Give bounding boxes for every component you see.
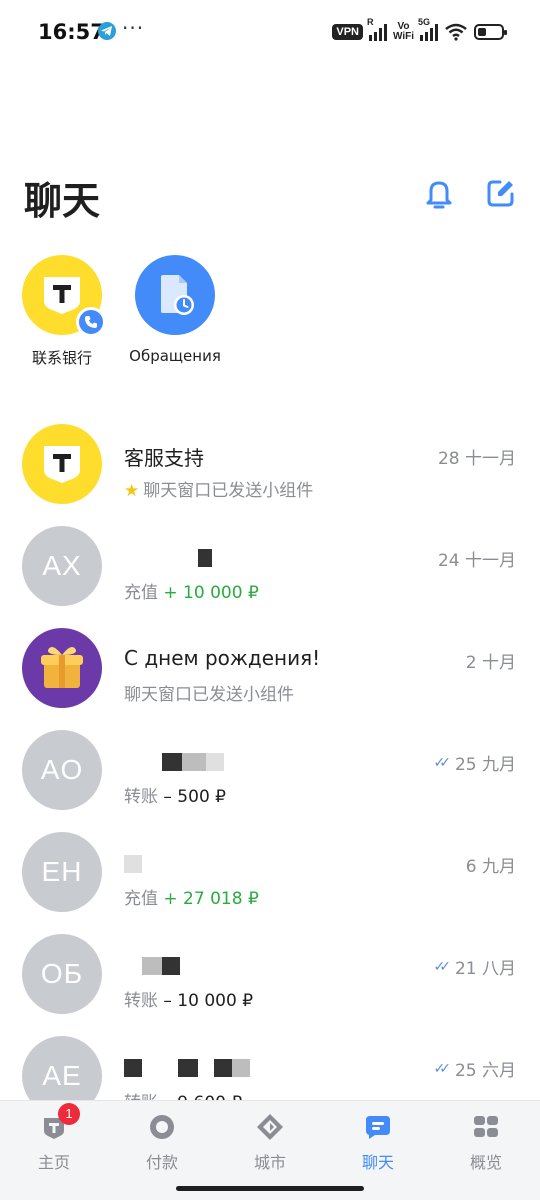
quick-action-label: 联系银行 — [31, 349, 92, 367]
avatar: AX — [22, 526, 102, 606]
chat-item-birthday[interactable]: С днем рождения! 聊天窗口已发送小组件 2 十月 — [0, 628, 540, 728]
redacted-block — [124, 1058, 142, 1077]
amount: + 10 000 ₽ — [163, 583, 259, 603]
vowifi-icon: Vo WiFi — [392, 21, 414, 42]
telegram-icon — [98, 22, 116, 40]
redacted-block — [206, 752, 224, 771]
phone-icon — [76, 307, 106, 337]
signal-5g-icon: 5G — [418, 17, 438, 41]
chat-name-redacted — [124, 952, 180, 976]
read-check-icon: ✓✓ — [433, 754, 451, 771]
avatar: AO — [22, 730, 102, 810]
nav-label: 主页 — [37, 1153, 70, 1172]
chat-preview: ★ 聊天窗口已发送小组件 — [124, 481, 314, 501]
chat-name: 客服支持 — [124, 446, 204, 470]
amount: – 500 ₽ — [163, 787, 226, 807]
chat-date: ✓✓ 21 八月 — [433, 958, 516, 980]
gift-icon — [41, 646, 83, 688]
battery-level — [478, 28, 486, 36]
amount: – 10 000 ₽ — [163, 991, 254, 1011]
chat-preview: 转账 – 500 ₽ — [124, 787, 226, 807]
redacted-block — [178, 1058, 198, 1077]
5g-label: 5G — [418, 17, 431, 27]
chat-name-redacted — [124, 1054, 250, 1078]
chat-name-redacted — [124, 850, 142, 874]
bell-icon — [426, 181, 452, 209]
nav-home[interactable]: 1 主页 — [4, 1103, 104, 1173]
status-time: 16:57 — [38, 20, 105, 44]
nav-payments[interactable]: 付款 — [112, 1113, 212, 1173]
read-check-icon: ✓✓ — [433, 1060, 451, 1077]
appeals-action[interactable]: Обращения — [115, 255, 235, 365]
nav-overview[interactable]: 概览 — [436, 1113, 536, 1173]
chat-bubble-icon — [364, 1113, 392, 1141]
nav-chat[interactable]: 聊天 — [328, 1113, 428, 1173]
redacted-block — [232, 1058, 250, 1077]
nav-label: 付款 — [145, 1153, 178, 1172]
bottom-navigation: 1 主页 付款 城市 聊天 概览 — [0, 1100, 540, 1200]
wifi-icon — [445, 23, 467, 41]
chat-preview: 转账 – 10 000 ₽ — [124, 991, 254, 1011]
chat-item-eh[interactable]: EH 充值 + 27 018 ₽ 6 九月 — [0, 832, 540, 932]
chat-item-ob[interactable]: ОБ 转账 – 10 000 ₽ ✓✓ 21 八月 — [0, 934, 540, 1034]
chat-name: С днем рождения! — [124, 646, 321, 670]
nav-city[interactable]: 城市 — [220, 1113, 320, 1173]
page-title: 聊天 — [24, 179, 101, 223]
document-clock-icon — [135, 255, 215, 335]
home-indicator[interactable] — [176, 1186, 364, 1191]
notifications-button[interactable] — [422, 176, 456, 210]
chat-name-redacted — [124, 748, 224, 772]
star-icon: ★ — [124, 481, 140, 501]
chat-name-redacted — [124, 544, 212, 568]
payments-circle-icon — [148, 1113, 176, 1141]
chat-item-ax[interactable]: AX 充值 + 10 000 ₽ 24 十一月 — [0, 526, 540, 626]
redacted-block — [124, 854, 142, 873]
redacted-block — [162, 752, 182, 771]
nav-label: 概览 — [469, 1153, 502, 1172]
chat-date: 28 十一月 — [437, 449, 516, 469]
gift-avatar — [22, 628, 102, 708]
bank-logo-avatar — [22, 424, 102, 504]
city-diamond-icon — [256, 1113, 284, 1141]
bank-home-icon: 1 — [40, 1103, 80, 1141]
status-more-dots: ··· — [122, 16, 145, 40]
battery-icon — [474, 24, 507, 40]
amount: + 27 018 ₽ — [163, 889, 259, 909]
chat-date: 24 十一月 — [437, 551, 516, 571]
signal-icon: R — [367, 17, 387, 41]
bank-logo-icon — [22, 255, 106, 337]
chat-preview: 聊天窗口已发送小组件 — [124, 685, 294, 705]
chat-date: ✓✓ 25 九月 — [433, 754, 516, 776]
chat-date: 6 九月 — [465, 857, 516, 877]
redacted-block — [182, 752, 206, 771]
chat-preview: 充值 + 10 000 ₽ — [124, 583, 259, 603]
nav-label: 聊天 — [361, 1153, 394, 1172]
contact-bank-action[interactable]: 联系银行 — [2, 255, 122, 368]
new-chat-button[interactable] — [484, 176, 518, 210]
grid-overview-icon — [472, 1113, 500, 1141]
chat-date: 2 十月 — [465, 653, 516, 673]
vpn-badge: VPN — [332, 24, 363, 40]
redacted-block — [142, 956, 162, 975]
roaming-label: R — [366, 17, 374, 27]
read-check-icon: ✓✓ — [433, 958, 451, 975]
avatar: EH — [22, 832, 102, 912]
status-indicators: VPN R Vo WiFi 5G — [332, 17, 507, 46]
compose-icon — [487, 180, 514, 207]
status-bar: 16:57 ··· VPN R Vo WiFi 5G — [0, 0, 540, 64]
redacted-block — [162, 956, 180, 975]
chat-preview: 充值 + 27 018 ₽ — [124, 889, 259, 909]
chat-date: ✓✓ 25 六月 — [433, 1060, 516, 1082]
avatar: ОБ — [22, 934, 102, 1014]
notification-badge: 1 — [58, 1103, 80, 1125]
redacted-block — [198, 548, 212, 567]
quick-action-label: Обращения — [129, 347, 221, 365]
chat-item-support[interactable]: 客服支持 ★ 聊天窗口已发送小组件 28 十一月 — [0, 424, 540, 524]
chat-item-ao[interactable]: AO 转账 – 500 ₽ ✓✓ 25 九月 — [0, 730, 540, 830]
nav-label: 城市 — [253, 1153, 286, 1172]
redacted-block — [214, 1058, 232, 1077]
